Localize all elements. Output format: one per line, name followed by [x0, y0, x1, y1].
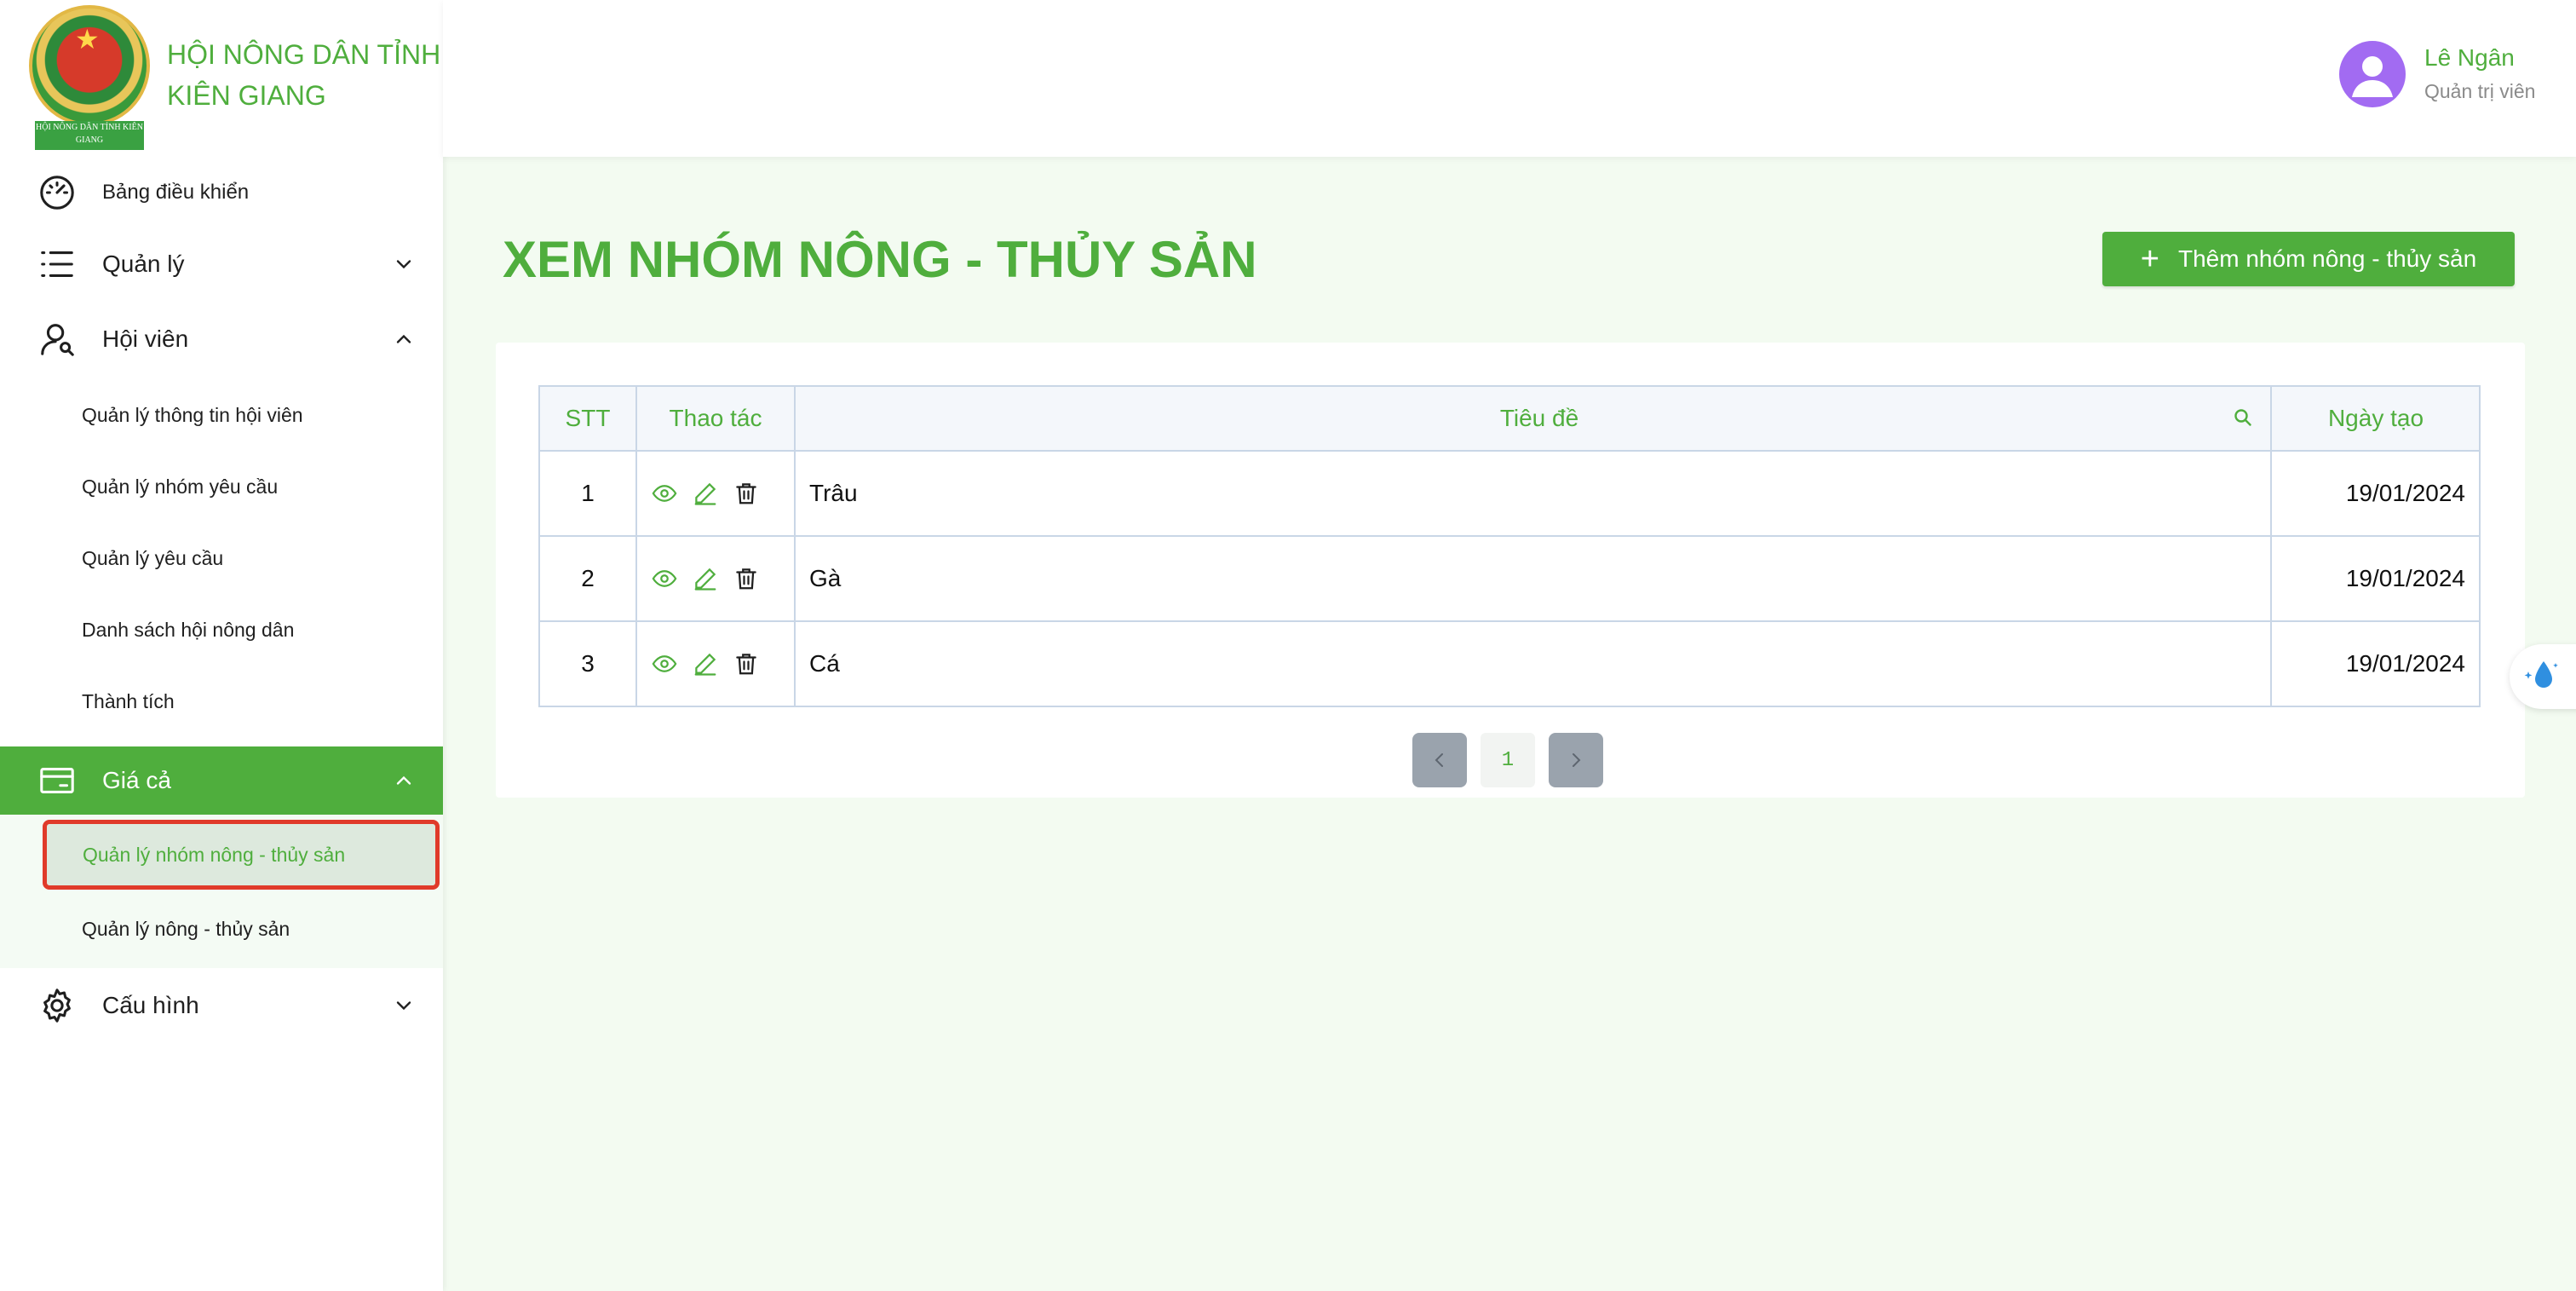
- floating-assistant-tab[interactable]: [2510, 644, 2576, 709]
- cell-actions: [635, 620, 796, 707]
- brand-name: HỘI NÔNG DÂN TỈNH KIÊN GIANG: [167, 39, 441, 111]
- sidebar-subitem-label: Thành tích: [82, 689, 175, 712]
- cell-stt: 2: [538, 535, 637, 622]
- sidebar-item-dashboard[interactable]: Bảng điều khiển: [0, 158, 443, 227]
- cell-actions: [635, 535, 796, 622]
- sidebar-subitem-label: Quản lý nhóm yêu cầu: [82, 475, 279, 498]
- sidebar-item-settings[interactable]: Cấu hình: [0, 971, 443, 1040]
- sidebar-item-label: Bảng điều khiển: [102, 181, 250, 204]
- table-card: STT Thao tác Tiêu đề Ngày tạo 1 Trâu 19/…: [496, 343, 2525, 798]
- cell-stt: 1: [538, 450, 637, 537]
- sidebar-subitem-label: Quản lý nhóm nông - thủy sản: [83, 843, 346, 866]
- sidebar-subitem-products[interactable]: Quản lý nông - thủy sản: [0, 893, 443, 965]
- table-row: 3 Cá 19/01/2024: [538, 620, 2481, 707]
- cell-created-date: 19/01/2024: [2270, 535, 2481, 622]
- delete-trash-icon[interactable]: [733, 566, 759, 591]
- logo-caption: HỘI NÔNG DÂN TỈNH KIÊN GIANG: [35, 121, 144, 150]
- chevron-left-icon: [1435, 753, 1443, 767]
- page-title: XEM NHÓM NÔNG - THỦY SẢN: [503, 231, 1257, 288]
- view-eye-icon[interactable]: [652, 651, 677, 677]
- delete-trash-icon[interactable]: [733, 651, 759, 677]
- edit-pencil-icon[interactable]: [693, 651, 718, 677]
- sidebar-subitem-farmer-associations[interactable]: Danh sách hội nông dân: [0, 594, 443, 666]
- column-header-title[interactable]: Tiêu đề: [794, 385, 2272, 452]
- sidebar-item-prices[interactable]: Giá cả: [0, 746, 443, 815]
- cell-title: Trâu: [794, 450, 2272, 537]
- cell-title: Cá: [794, 620, 2272, 707]
- sidebar-subitem-label: Quản lý thông tin hội viên: [82, 403, 303, 426]
- sidebar-item-management[interactable]: Quản lý: [0, 230, 443, 298]
- column-header-actions: Thao tác: [635, 385, 796, 452]
- gear-icon: [37, 986, 77, 1025]
- chevron-up-icon: [392, 327, 416, 351]
- view-eye-icon[interactable]: [652, 481, 677, 506]
- column-header-stt: STT: [538, 385, 637, 452]
- sidebar-subitem-member-info[interactable]: Quản lý thông tin hội viên: [0, 379, 443, 451]
- sidebar-item-label: Giá cả: [102, 767, 171, 793]
- list-icon: [37, 245, 77, 284]
- cell-created-date: 19/01/2024: [2270, 620, 2481, 707]
- sidebar-item-members[interactable]: Hội viên: [0, 305, 443, 373]
- organization-logo: ★: [29, 5, 150, 126]
- members-icon: [37, 320, 77, 359]
- sidebar-item-label: Quản lý: [102, 251, 185, 277]
- sidebar-item-label: Hội viên: [102, 326, 189, 352]
- water-drop-sparkle-icon: [2524, 661, 2558, 688]
- sidebar-subitem-achievements[interactable]: Thành tích: [0, 666, 443, 737]
- pagination: 1: [1412, 733, 1603, 787]
- plus-icon: +: [2140, 241, 2159, 277]
- sidebar-subitem-label: Quản lý yêu cầu: [82, 546, 224, 569]
- dashboard-gauge-icon: [37, 173, 77, 212]
- user-avatar[interactable]: [2339, 41, 2406, 107]
- chevron-down-icon: [392, 994, 416, 1017]
- column-header-title-label: Tiêu đề: [1499, 405, 1579, 431]
- table-row: 1 Trâu 19/01/2024: [538, 450, 2481, 537]
- edit-pencil-icon[interactable]: [693, 566, 718, 591]
- view-eye-icon[interactable]: [652, 566, 677, 591]
- cell-created-date: 19/01/2024: [2270, 450, 2481, 537]
- sidebar-subitem-product-groups[interactable]: Quản lý nhóm nông - thủy sản: [43, 820, 440, 890]
- column-header-created: Ngày tạo: [2270, 385, 2481, 452]
- cell-title: Gà: [794, 535, 2272, 622]
- sidebar-subitem-requests[interactable]: Quản lý yêu cầu: [0, 522, 443, 594]
- next-page-button[interactable]: [1549, 733, 1603, 787]
- chevron-down-icon: [392, 252, 416, 276]
- user-silhouette-icon: [2352, 56, 2393, 97]
- add-product-group-button[interactable]: + Thêm nhóm nông - thủy sản: [2102, 232, 2515, 286]
- search-icon[interactable]: [2233, 407, 2253, 428]
- chevron-right-icon: [1573, 753, 1581, 767]
- brand[interactable]: ★ HỘI NÔNG DÂN TỈNH KIÊN GIANG HỘI NÔNG …: [29, 5, 440, 150]
- product-groups-table: STT Thao tác Tiêu đề Ngày tạo 1 Trâu 19/…: [538, 385, 2481, 707]
- add-button-label: Thêm nhóm nông - thủy sản: [2178, 245, 2477, 272]
- table-row: 2 Gà 19/01/2024: [538, 535, 2481, 622]
- cell-stt: 3: [538, 620, 637, 707]
- chevron-up-icon: [392, 769, 416, 792]
- credit-card-icon: [37, 761, 77, 800]
- user-name[interactable]: Lê Ngân: [2424, 44, 2515, 72]
- sidebar-item-label: Cấu hình: [102, 992, 199, 1018]
- sidebar-subitem-label: Danh sách hội nông dân: [82, 618, 295, 641]
- sidebar-subitem-label: Quản lý nông - thủy sản: [82, 917, 290, 940]
- edit-pencil-icon[interactable]: [693, 481, 718, 506]
- star-icon: ★: [75, 24, 100, 55]
- sidebar-subitem-request-groups[interactable]: Quản lý nhóm yêu cầu: [0, 451, 443, 522]
- table-header-row: STT Thao tác Tiêu đề Ngày tạo: [538, 385, 2481, 452]
- delete-trash-icon[interactable]: [733, 481, 759, 506]
- user-role: Quản trị viên: [2424, 80, 2536, 102]
- top-header: [443, 0, 2576, 157]
- page-number-button[interactable]: 1: [1481, 733, 1535, 787]
- previous-page-button[interactable]: [1412, 733, 1467, 787]
- sidebar: ★ HỘI NÔNG DÂN TỈNH KIÊN GIANG HỘI NÔNG …: [0, 0, 443, 1291]
- cell-actions: [635, 450, 796, 537]
